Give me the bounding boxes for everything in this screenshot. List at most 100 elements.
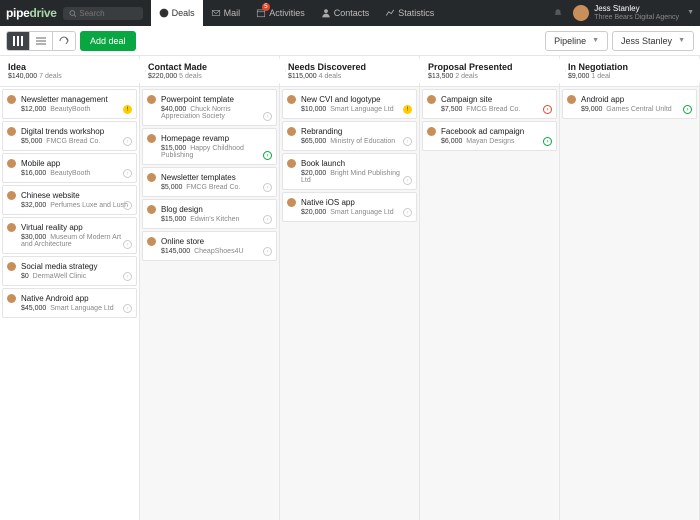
deal-card[interactable]: Rebranding $65,000 Ministry of Education… — [282, 121, 417, 151]
status-indicator: › — [683, 105, 692, 114]
status-indicator: › — [403, 176, 412, 185]
deal-title: Android app — [569, 95, 690, 104]
column-needs-discovered: Needs Discovered $115,000 4 deals New CV… — [280, 56, 420, 520]
view-list-button[interactable] — [30, 32, 53, 50]
deal-title: Native Android app — [9, 294, 130, 303]
column-title: Needs Discovered — [288, 62, 411, 72]
deal-title: Newsletter management — [9, 95, 130, 104]
deal-card[interactable]: Native Android app $45,000 Smart Languag… — [2, 288, 137, 318]
status-indicator: › — [263, 215, 272, 224]
nav-deals[interactable]: $Deals — [151, 0, 203, 26]
deal-meta: $30,000 Museum of Modern Art and Archite… — [9, 234, 130, 248]
pipeline-selector[interactable]: Pipeline▼ — [545, 31, 608, 51]
toolbar: Add deal Pipeline▼ Jess Stanley▼ — [0, 26, 700, 56]
deal-card[interactable]: Digital trends workshop $5,000 FMCG Brea… — [2, 121, 137, 151]
user-menu[interactable]: Jess Stanley Three Bears Digital Agency … — [573, 5, 694, 21]
avatar — [567, 95, 576, 104]
avatar — [147, 134, 156, 143]
card-list: Newsletter management $12,000 BeautyBoot… — [0, 87, 139, 322]
nav-mail[interactable]: Mail — [203, 0, 249, 26]
avatar — [147, 95, 156, 104]
deal-meta: $0 DermaWell Clinic — [9, 273, 130, 280]
view-kanban-button[interactable] — [7, 32, 30, 50]
nav-activities[interactable]: Activities5 — [248, 0, 313, 26]
card-list: Powerpoint template $40,000 Chuck Norris… — [140, 87, 279, 265]
avatar — [7, 159, 16, 168]
deal-title: Campaign site — [429, 95, 550, 104]
status-indicator: › — [263, 151, 272, 160]
deal-title: Social media strategy — [9, 262, 130, 271]
card-list: New CVI and logotype $10,000 Smart Langu… — [280, 87, 419, 226]
avatar — [287, 159, 296, 168]
deal-card[interactable]: Book launch $20,000 Bright Mind Publishi… — [282, 153, 417, 190]
user-filter[interactable]: Jess Stanley▼ — [612, 31, 694, 51]
status-indicator: ! — [123, 105, 132, 114]
deal-card[interactable]: Homepage revamp $15,000 Happy Childhood … — [142, 128, 277, 165]
deal-meta: $5,000 FMCG Bread Co. — [149, 184, 270, 191]
deal-title: Chinese website — [9, 191, 130, 200]
column-idea: Idea $140,000 7 deals Newsletter managem… — [0, 56, 140, 520]
nav-label: Deals — [172, 8, 195, 18]
column-title: Contact Made — [148, 62, 271, 72]
deal-card[interactable]: Campaign site $7,500 FMCG Bread Co. › — [422, 89, 557, 119]
search-input[interactable] — [79, 9, 136, 18]
person-icon — [321, 8, 331, 18]
deal-card[interactable]: Android app $9,000 Games Central Unltd › — [562, 89, 697, 119]
deal-card[interactable]: Chinese website $32,000 Perfumes Luxe an… — [2, 185, 137, 215]
avatar — [287, 127, 296, 136]
deal-card[interactable]: New CVI and logotype $10,000 Smart Langu… — [282, 89, 417, 119]
deal-meta: $6,000 Mayan Designs — [429, 138, 550, 145]
status-indicator: › — [263, 247, 272, 256]
deal-card[interactable]: Newsletter templates $5,000 FMCG Bread C… — [142, 167, 277, 197]
deal-meta: $12,000 BeautyBooth — [9, 106, 130, 113]
deal-title: New CVI and logotype — [289, 95, 410, 104]
deal-meta: $45,000 Smart Language Ltd — [9, 305, 130, 312]
deal-title: Powerpoint template — [149, 95, 270, 104]
brand-logo[interactable]: pipedrive — [6, 6, 57, 20]
topbar: pipedrive $DealsMailActivities5ContactsS… — [0, 0, 700, 26]
deal-title: Facebook ad campaign — [429, 127, 550, 136]
bell-icon[interactable] — [553, 8, 563, 18]
column-header[interactable]: In Negotiation $9,000 1 deal — [560, 56, 699, 87]
main-nav: $DealsMailActivities5ContactsStatistics — [151, 0, 443, 26]
column-title: Idea — [8, 62, 131, 72]
view-forecast-button[interactable] — [53, 32, 75, 50]
deal-card[interactable]: Native iOS app $20,000 Smart Language Lt… — [282, 192, 417, 222]
nav-badge: 5 — [262, 3, 269, 11]
avatar — [7, 294, 16, 303]
status-indicator: › — [123, 201, 132, 210]
status-indicator: › — [123, 169, 132, 178]
column-header[interactable]: Needs Discovered $115,000 4 deals — [280, 56, 419, 87]
avatar — [287, 95, 296, 104]
deal-title: Online store — [149, 237, 270, 246]
deal-title: Newsletter templates — [149, 173, 270, 182]
deal-card[interactable]: Newsletter management $12,000 BeautyBoot… — [2, 89, 137, 119]
nav-contacts[interactable]: Contacts — [313, 0, 378, 26]
deal-card[interactable]: Powerpoint template $40,000 Chuck Norris… — [142, 89, 277, 126]
add-deal-button[interactable]: Add deal — [80, 31, 136, 51]
column-in-negotiation: In Negotiation $9,000 1 deal Android app… — [560, 56, 700, 520]
status-indicator: › — [263, 112, 272, 121]
deal-title: Mobile app — [9, 159, 130, 168]
deal-card[interactable]: Virtual reality app $30,000 Museum of Mo… — [2, 217, 137, 254]
deal-card[interactable]: Blog design $15,000 Edwin's Kitchen › — [142, 199, 277, 229]
column-header[interactable]: Contact Made $220,000 5 deals — [140, 56, 279, 87]
avatar — [147, 237, 156, 246]
deal-card[interactable]: Online store $145,000 CheapShoes4U › — [142, 231, 277, 261]
avatar — [573, 5, 589, 21]
deal-meta: $20,000 Smart Language Ltd — [289, 209, 410, 216]
deal-meta: $7,500 FMCG Bread Co. — [429, 106, 550, 113]
deal-meta: $32,000 Perfumes Luxe and Lush — [9, 202, 130, 209]
deal-card[interactable]: Facebook ad campaign $6,000 Mayan Design… — [422, 121, 557, 151]
deal-card[interactable]: Mobile app $16,000 BeautyBooth › — [2, 153, 137, 183]
column-summary: $115,000 4 deals — [288, 73, 411, 80]
column-header[interactable]: Idea $140,000 7 deals — [0, 56, 139, 87]
avatar — [7, 223, 16, 232]
column-header[interactable]: Proposal Presented $13,500 2 deals — [420, 56, 559, 87]
search-box[interactable] — [63, 7, 143, 20]
deal-card[interactable]: Social media strategy $0 DermaWell Clini… — [2, 256, 137, 286]
deal-meta: $10,000 Smart Language Ltd — [289, 106, 410, 113]
nav-statistics[interactable]: Statistics — [377, 0, 442, 26]
user-org: Three Bears Digital Agency — [594, 14, 679, 22]
status-indicator: › — [123, 272, 132, 281]
